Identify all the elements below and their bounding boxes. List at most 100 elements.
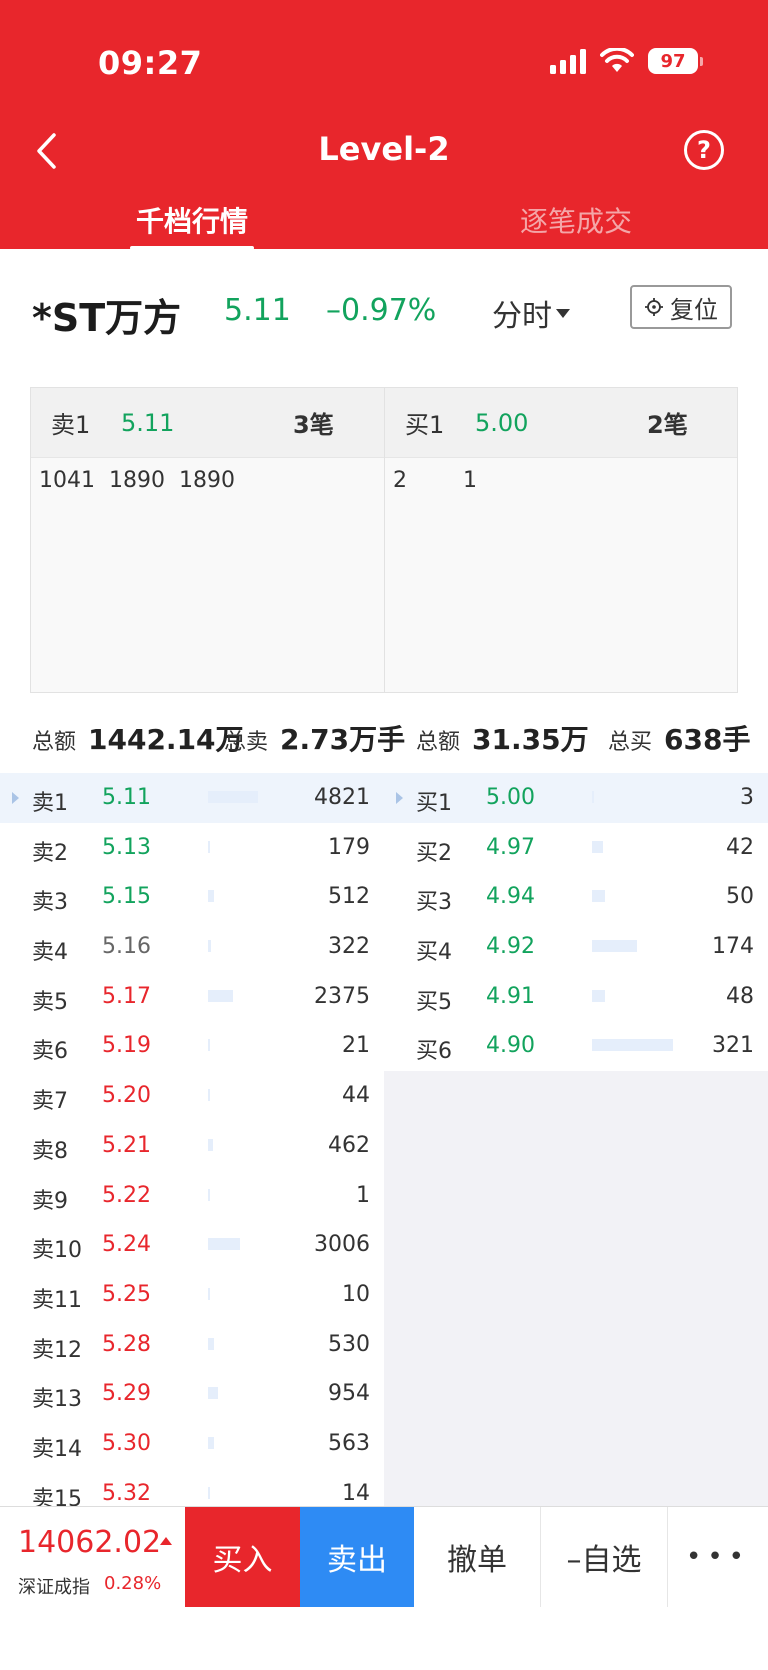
buy-level-row[interactable]: 买1 5.00 3	[384, 773, 768, 823]
totals-row: 总额 1442.14万 总卖 2.73万手 总额 31.35万 总买 638手	[0, 716, 768, 756]
sell-level-row[interactable]: 卖13 5.29 954	[0, 1369, 384, 1419]
tab-tick-trades[interactable]: 逐笔成交	[520, 200, 632, 246]
stock-change: –0.97%	[326, 293, 437, 328]
sell-volume-bar	[208, 1238, 240, 1251]
buy-level-row[interactable]: 买6 4.90 321	[384, 1021, 768, 1072]
pointer-triangle-icon	[396, 792, 403, 804]
remove-watchlist-button[interactable]: –自选	[541, 1507, 668, 1607]
sell-level-row[interactable]: 卖11 5.25 10	[0, 1269, 384, 1320]
buy-level-label: 买5	[416, 989, 452, 1015]
sell-level-label: 卖4	[32, 940, 68, 966]
buy-level-row[interactable]: 买3 4.94 50	[384, 872, 768, 923]
sell-level-price: 5.11	[102, 785, 151, 810]
sell-level-price: 5.22	[102, 1182, 151, 1208]
bottom-action-bar: 14062.02 深证成指 0.28% 买入 卖出 撤单 –自选 •••	[0, 1506, 768, 1670]
buy-button[interactable]: 买入	[185, 1507, 300, 1607]
status-time: 09:27	[98, 44, 203, 82]
sell-level-row[interactable]: 卖8 5.21 462	[0, 1120, 384, 1171]
buy-level-row[interactable]: 买2 4.97 42	[384, 822, 768, 873]
page-title: Level-2	[318, 130, 450, 168]
buy-amount-label: 总额	[416, 730, 461, 755]
sell-level-label: 卖2	[32, 840, 68, 866]
sell-level-row[interactable]: 卖15 5.32 14	[0, 1468, 384, 1506]
sell-volume-bar	[208, 1138, 213, 1151]
sell-level-row[interactable]: 卖4 5.16 322	[0, 922, 384, 972]
sell-volume-bar	[208, 1486, 210, 1499]
sell-queue-orders: 1041 1890 1890	[31, 458, 384, 493]
sell-queue: 卖1 5.11 3笔 1041 1890 1890	[31, 388, 384, 692]
buy-level-label: 买2	[416, 840, 452, 866]
sell-level-row[interactable]: 卖5 5.17 2375	[0, 971, 384, 1022]
pointer-triangle-icon	[12, 792, 19, 804]
sell-level-row[interactable]: 卖7 5.20 44	[0, 1071, 384, 1121]
battery-icon: 97	[648, 48, 703, 74]
buy-level-price: 5.00	[486, 785, 535, 810]
sell-level-volume: 21	[342, 1033, 370, 1059]
sell-level-price: 5.15	[102, 884, 151, 910]
timeframe-dropdown[interactable]: 分时	[492, 291, 570, 335]
cancel-order-button[interactable]: 撤单	[414, 1507, 541, 1607]
reset-label: 复位	[670, 295, 718, 324]
sell-level-row[interactable]: 卖6 5.19 21	[0, 1021, 384, 1072]
buy-volume-bar	[592, 1039, 673, 1052]
sell-level-label: 卖1	[32, 791, 68, 816]
sell-level-row[interactable]: 卖9 5.22 1	[0, 1170, 384, 1221]
sell-level-price: 5.30	[102, 1430, 151, 1456]
sell-level-label: 卖6	[32, 1039, 68, 1065]
buy-level-label: 买4	[416, 940, 452, 966]
buy-queue-orders: 2 1	[385, 458, 737, 493]
buy-volume-bar	[592, 940, 637, 953]
buy-queue-count: 2笔	[647, 411, 688, 439]
sell-level-row[interactable]: 卖10 5.24 3006	[0, 1220, 384, 1270]
buy-volume-bar	[592, 890, 605, 903]
sell-amount-value: 1442.14万	[88, 723, 244, 756]
sell-level-label: 卖9	[32, 1188, 68, 1214]
sell-level-volume: 462	[328, 1132, 370, 1158]
index-value: 14062.02	[18, 1525, 162, 1560]
more-menu-icon[interactable]: •••	[668, 1507, 768, 1607]
buy-queue-header: 买1 5.00 2笔	[385, 388, 737, 458]
help-icon[interactable]: ?	[684, 130, 724, 170]
sell-level-price: 5.17	[102, 983, 151, 1009]
stock-name: *ST万方	[32, 296, 182, 340]
queue-order: 2	[393, 468, 407, 493]
cellular-signal-icon	[550, 48, 586, 74]
sell-queue-header: 卖1 5.11 3笔	[31, 388, 384, 458]
sell-volume-bar	[208, 791, 258, 803]
buy-level-row[interactable]: 买4 4.92 174	[384, 922, 768, 972]
buy-level-volume: 3	[740, 785, 754, 810]
sell-volume-bar	[208, 1337, 214, 1350]
sell-level-label: 卖3	[32, 890, 68, 916]
sell-level-price: 5.20	[102, 1083, 151, 1109]
sell-volume-bar	[208, 1039, 210, 1052]
crosshair-icon	[645, 298, 663, 316]
sell-volume-bar	[208, 1387, 218, 1400]
sell-level-volume: 1	[356, 1182, 370, 1208]
sell-level-label: 卖10	[32, 1238, 82, 1264]
sell-volume-bar	[208, 1436, 214, 1449]
reset-button[interactable]: 复位	[630, 285, 732, 329]
sell-level-row[interactable]: 卖2 5.13 179	[0, 822, 384, 873]
sell-level-row[interactable]: 卖3 5.15 512	[0, 872, 384, 923]
sell-level-row[interactable]: 卖1 5.11 4821	[0, 773, 384, 823]
index-change: 0.28%	[104, 1573, 162, 1594]
buy-volume-bar	[592, 791, 594, 803]
sell-level-label: 卖15	[32, 1486, 82, 1506]
buy-level-price: 4.97	[486, 834, 535, 860]
sell-level-row[interactable]: 卖14 5.30 563	[0, 1418, 384, 1469]
sell-level-label: 卖8	[32, 1138, 68, 1164]
sell-level-label: 卖13	[32, 1387, 82, 1413]
sell-level-price: 5.24	[102, 1232, 151, 1258]
buy-level-volume: 321	[712, 1033, 754, 1059]
sell-level-price: 5.16	[102, 934, 151, 960]
tab-order-depth[interactable]: 千档行情	[130, 200, 254, 250]
sell-button[interactable]: 卖出	[300, 1507, 414, 1607]
buy-level-row[interactable]: 买5 4.91 48	[384, 971, 768, 1022]
buy-level-volume: 174	[712, 934, 754, 960]
queue-order: 1890	[109, 468, 165, 493]
sell-total-label: 总卖	[224, 730, 269, 755]
sell-level-price: 5.25	[102, 1281, 151, 1307]
buy-level-price: 4.92	[486, 934, 535, 960]
sell-level-row[interactable]: 卖12 5.28 530	[0, 1319, 384, 1370]
sell-level-label: 卖14	[32, 1436, 82, 1462]
